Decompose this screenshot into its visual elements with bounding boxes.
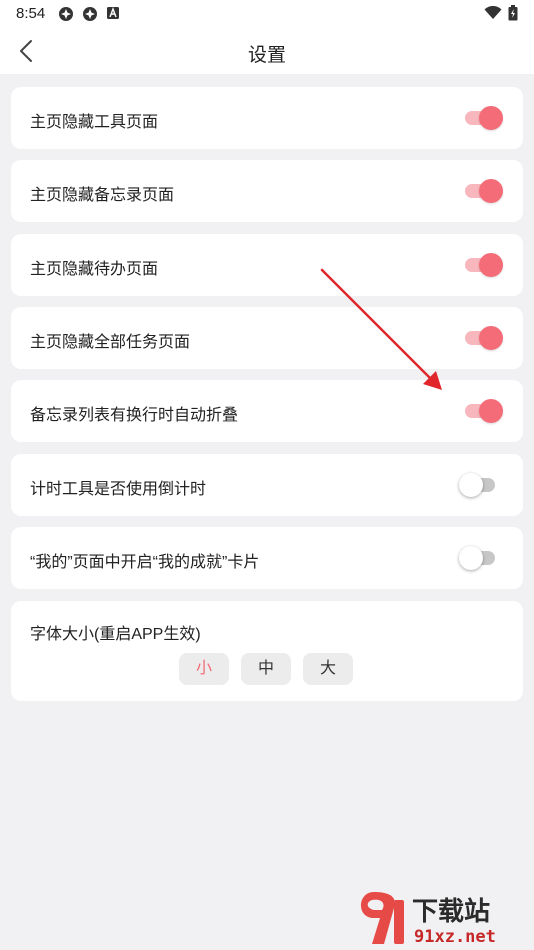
toggle-switch[interactable] bbox=[465, 399, 503, 423]
toggle-switch[interactable] bbox=[465, 326, 503, 350]
status-bar: 8:54 bbox=[0, 0, 534, 28]
toggle-switch[interactable] bbox=[459, 473, 495, 497]
toggle-knob bbox=[479, 179, 503, 203]
setting-label: 主页隐藏全部任务页面 bbox=[30, 334, 191, 351]
app-notification-icon bbox=[83, 7, 97, 21]
font-size-medium-button[interactable]: 中 bbox=[241, 653, 291, 685]
setting-row-achievement-card: “我的”页面中开启“我的成就”卡片 bbox=[11, 527, 523, 589]
toggle-knob bbox=[459, 473, 483, 497]
font-size-options: 小 中 大 bbox=[179, 653, 353, 685]
toggle-knob bbox=[459, 546, 483, 570]
watermark-logo: 下载站 91xz.net bbox=[360, 892, 496, 947]
setting-label: “我的”页面中开启“我的成就”卡片 bbox=[30, 554, 260, 571]
setting-row-hide-all-tasks-page: 主页隐藏全部任务页面 bbox=[11, 307, 523, 369]
toggle-switch[interactable] bbox=[459, 546, 495, 570]
font-size-label: 字体大小(重启APP生效) bbox=[30, 626, 201, 643]
setting-row-hide-memo-page: 主页隐藏备忘录页面 bbox=[11, 160, 523, 222]
toggle-knob bbox=[479, 253, 503, 277]
status-time: 8:54 bbox=[16, 5, 46, 22]
font-size-small-button[interactable]: 小 bbox=[179, 653, 229, 685]
battery-icon bbox=[508, 5, 518, 21]
setting-label: 主页隐藏备忘录页面 bbox=[30, 187, 175, 204]
setting-row-auto-fold-memo-list: 备忘录列表有换行时自动折叠 bbox=[11, 380, 523, 442]
page-title: 设置 bbox=[247, 45, 286, 66]
svg-text:91xz.net: 91xz.net bbox=[414, 927, 496, 947]
setting-label: 主页隐藏待办页面 bbox=[30, 261, 159, 278]
setting-label: 备忘录列表有换行时自动折叠 bbox=[30, 407, 239, 424]
app-notification-icon bbox=[59, 7, 73, 21]
status-system-icons bbox=[484, 5, 518, 21]
toggle-knob bbox=[479, 326, 503, 350]
toggle-knob bbox=[479, 399, 503, 423]
toggle-knob bbox=[479, 106, 503, 130]
wifi-icon bbox=[484, 6, 502, 19]
status-notification-icons bbox=[58, 6, 120, 22]
setting-row-hide-todo-page: 主页隐藏待办页面 bbox=[11, 234, 523, 296]
app-header: 设置 bbox=[0, 28, 534, 74]
toggle-switch[interactable] bbox=[465, 106, 503, 130]
svg-text:下载站: 下载站 bbox=[412, 897, 490, 927]
setting-row-countdown-timer: 计时工具是否使用倒计时 bbox=[11, 454, 523, 516]
keyboard-notification-icon bbox=[107, 7, 119, 19]
setting-label: 计时工具是否使用倒计时 bbox=[30, 481, 207, 498]
setting-label: 主页隐藏工具页面 bbox=[30, 114, 159, 131]
toggle-switch[interactable] bbox=[465, 179, 503, 203]
font-size-setting: 字体大小(重启APP生效) 小 中 大 bbox=[11, 601, 523, 701]
toggle-switch[interactable] bbox=[465, 253, 503, 277]
font-size-large-button[interactable]: 大 bbox=[303, 653, 353, 685]
setting-row-hide-tools-page: 主页隐藏工具页面 bbox=[11, 87, 523, 149]
